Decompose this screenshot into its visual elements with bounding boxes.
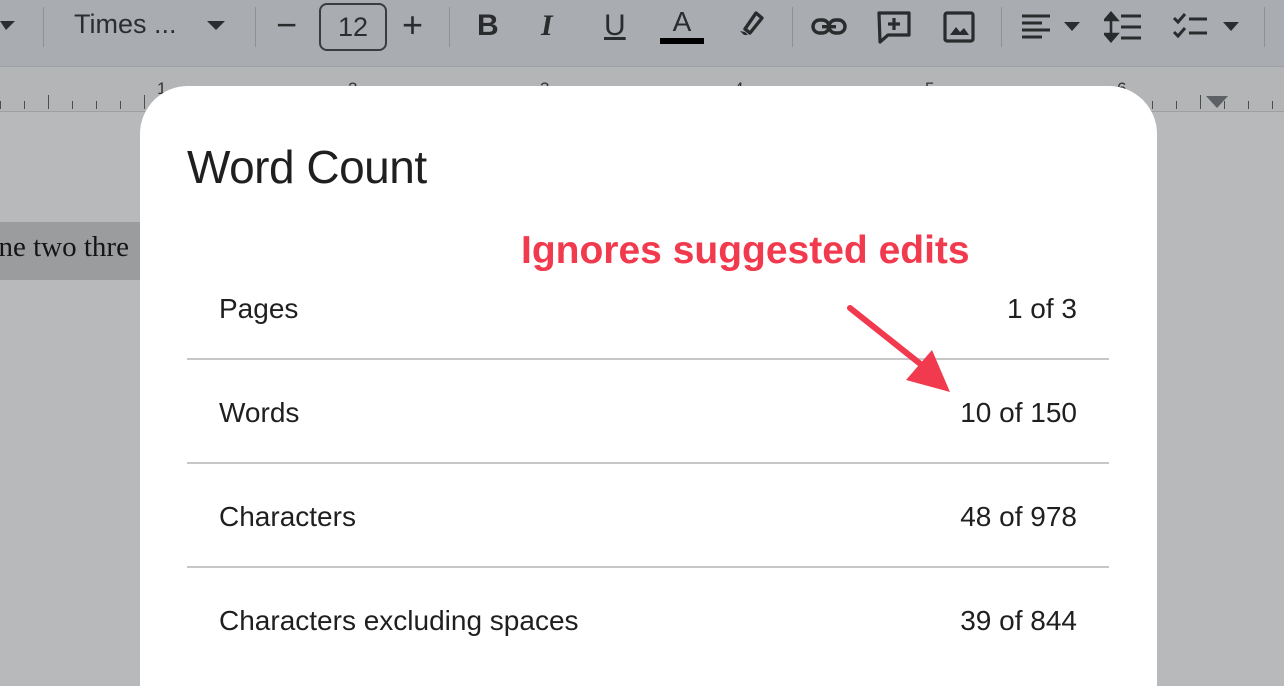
insert-image-icon[interactable]	[942, 10, 976, 49]
stat-row-characters: Characters 48 of 978	[187, 465, 1109, 568]
line-spacing-icon[interactable]	[1102, 11, 1142, 48]
ruler-tick	[1200, 95, 1201, 109]
stat-label: Characters	[219, 501, 356, 532]
font-size-input[interactable]: 12	[319, 3, 387, 51]
font-family-select[interactable]: Times ...	[74, 9, 177, 40]
stat-row-characters-excluding-spaces: Characters excluding spaces 39 of 844	[187, 569, 1109, 672]
chevron-down-icon[interactable]	[207, 21, 225, 30]
stat-label: Characters excluding spaces	[219, 605, 579, 636]
toolbar-divider	[449, 7, 450, 47]
stat-value: 10 of 150	[960, 397, 1077, 428]
highlight-icon[interactable]	[734, 7, 766, 44]
toolbar-divider	[1001, 7, 1002, 47]
text-color-swatch	[660, 38, 704, 44]
align-left-icon[interactable]	[1020, 11, 1052, 48]
ruler-tick	[144, 95, 145, 109]
decrease-font-size-button[interactable]: −	[276, 4, 297, 46]
ruler-tick	[0, 101, 1, 109]
row-divider	[187, 358, 1109, 360]
toolbar-divider	[1264, 7, 1265, 47]
stat-label: Pages	[219, 293, 299, 324]
checklist-icon[interactable]	[1172, 11, 1208, 48]
increase-font-size-button[interactable]: +	[402, 4, 423, 46]
text-color-letter: A	[672, 6, 692, 37]
toolbar-divider	[255, 7, 256, 47]
stat-value: 1 of 3	[1006, 293, 1077, 324]
ruler-tick	[24, 101, 25, 109]
text-color-icon[interactable]: A	[660, 6, 704, 46]
annotation-callout: Ignores suggested edits	[521, 229, 970, 272]
ruler-tick	[1152, 101, 1153, 109]
stat-row-words: Words 10 of 150	[187, 361, 1109, 464]
ruler-tick	[120, 101, 121, 109]
checklist-chevron-down-icon[interactable]	[1223, 22, 1239, 31]
ruler-tick	[1176, 101, 1177, 109]
row-divider	[187, 566, 1109, 568]
ruler-tick	[1248, 101, 1249, 109]
ruler-tick	[72, 101, 73, 109]
arrow-icon	[840, 300, 960, 405]
italic-icon[interactable]: I	[541, 9, 553, 43]
ruler-tick	[96, 101, 97, 109]
toolbar-divider	[792, 7, 793, 47]
align-chevron-down-icon[interactable]	[1064, 22, 1080, 31]
stat-label: Words	[219, 397, 300, 428]
underline-icon[interactable]: U	[604, 9, 626, 43]
link-icon[interactable]	[811, 12, 847, 47]
dialog-title: Word Count	[187, 141, 427, 193]
ruler-tick	[1272, 101, 1273, 109]
right-indent-marker-icon[interactable]	[1206, 96, 1228, 108]
ruler-tick	[48, 95, 49, 109]
stat-value: 39 of 844	[960, 605, 1077, 636]
word-count-dialog: Word Count Pages 1 of 3 Words 10 of 150 …	[140, 86, 1157, 686]
stat-value: 48 of 978	[960, 501, 1077, 532]
add-comment-icon[interactable]	[876, 10, 912, 51]
toolbar: Times ... − 12 + B I U A	[0, 0, 1284, 67]
toolbar-divider	[43, 7, 44, 47]
bold-icon[interactable]: B	[477, 9, 499, 43]
caret-down-icon[interactable]	[0, 21, 15, 30]
row-divider	[187, 462, 1109, 464]
document-selected-text[interactable]: one two thre	[0, 222, 140, 280]
